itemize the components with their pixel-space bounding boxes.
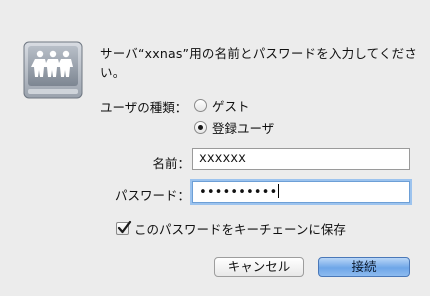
text-caret <box>278 184 280 198</box>
name-field-value: xxxxxx <box>199 151 246 166</box>
name-field[interactable]: xxxxxx <box>192 148 410 170</box>
save-to-keychain-checkbox[interactable]: このパスワードをキーチェーンに保存 <box>116 219 346 238</box>
connect-button[interactable]: 接続 <box>318 257 410 277</box>
cancel-button[interactable]: キャンセル <box>214 257 304 277</box>
network-server-icon <box>23 41 83 99</box>
radio-button-icon[interactable] <box>194 99 207 112</box>
save-to-keychain-label[interactable]: このパスワードをキーチェーンに保存 <box>134 219 346 238</box>
checkbox-checked-icon[interactable] <box>116 220 132 235</box>
dialog-message: サーバ“xxnas”用の名前とパスワードを入力してください。 <box>100 46 418 80</box>
radio-button-checked-icon[interactable] <box>194 121 207 134</box>
radio-registered-user[interactable]: 登録ユーザ <box>194 118 274 137</box>
radio-guest[interactable]: ゲスト <box>194 96 250 115</box>
radio-registered-user-label[interactable]: 登録ユーザ <box>212 118 274 137</box>
user-type-label: ユーザの種類： <box>100 100 188 115</box>
name-label: 名前： <box>152 156 190 171</box>
password-field-value: •••••••••• <box>199 185 278 200</box>
password-label: パスワード： <box>114 188 190 203</box>
checkmark-icon <box>117 220 132 234</box>
password-field[interactable]: •••••••••• <box>192 181 410 203</box>
radio-guest-label[interactable]: ゲスト <box>212 96 250 115</box>
connect-to-server-dialog: サーバ“xxnas”用の名前とパスワードを入力してください。 ユーザの種類： ゲ… <box>0 0 430 296</box>
